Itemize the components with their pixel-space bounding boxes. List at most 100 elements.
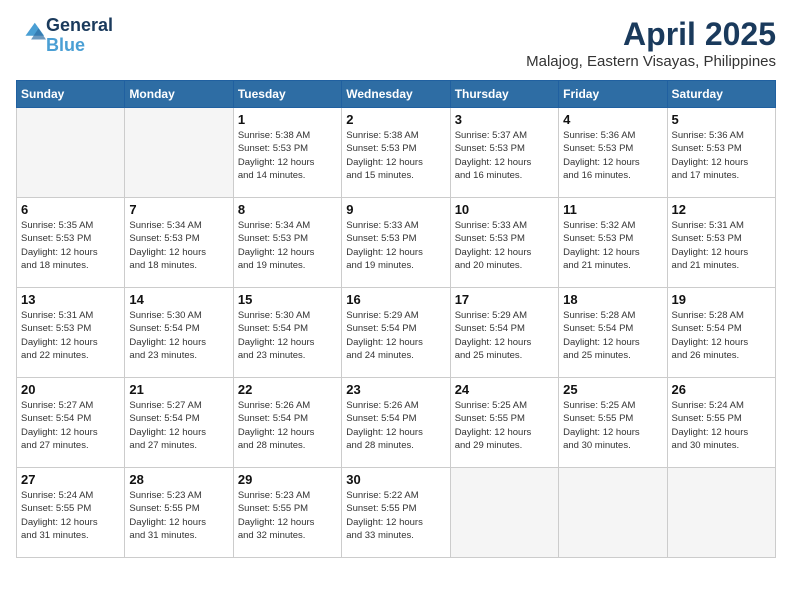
calendar-cell: 17Sunrise: 5:29 AMSunset: 5:54 PMDayligh… — [450, 288, 558, 378]
calendar-cell: 28 Sunrise: 5:23 AMSunset: 5:55 PMDayligh… — [125, 468, 233, 558]
day-number: 12 — [672, 202, 771, 217]
weekday-header: Friday — [559, 81, 667, 108]
calendar-cell: 12 Sunrise: 5:31 AMSunset: 5:53 PMDayligh… — [667, 198, 775, 288]
day-info: Sunrise: 5:29 AMSunset: 5:54 PMDaylight:… — [346, 309, 445, 362]
day-number: 11 — [563, 202, 662, 217]
day-number: 6 — [21, 202, 120, 217]
calendar-cell — [667, 468, 775, 558]
day-info: Sunrise: 5:22 AMSunset: 5:55 PMDaylight:… — [346, 489, 445, 542]
calendar-cell: 20 Sunrise: 5:27 AMSunset: 5:54 PMDayligh… — [17, 378, 125, 468]
calendar-title: April 2025 — [526, 16, 776, 53]
day-info: Sunrise: 5:34 AMSunset: 5:53 PMDaylight:… — [238, 219, 337, 272]
day-info: Sunrise: 5:28 AMSunset: 5:54 PMDaylight:… — [563, 309, 662, 362]
calendar-cell: 26 Sunrise: 5:24 AMSunset: 5:55 PMDayligh… — [667, 378, 775, 468]
calendar-table: SundayMondayTuesdayWednesdayThursdayFrid… — [16, 80, 776, 558]
calendar-week-row: 27Sunrise: 5:24 AMSunset: 5:55 PMDayligh… — [17, 468, 776, 558]
calendar-week-row: 20 Sunrise: 5:27 AMSunset: 5:54 PMDayligh… — [17, 378, 776, 468]
day-info: Sunrise: 5:31 AMSunset: 5:53 PMDaylight:… — [672, 219, 771, 272]
logo: General Blue — [16, 16, 113, 56]
calendar-cell: 8 Sunrise: 5:34 AMSunset: 5:53 PMDaylight… — [233, 198, 341, 288]
day-number: 27 — [21, 472, 120, 487]
day-info: Sunrise: 5:28 AMSunset: 5:54 PMDaylight:… — [672, 309, 771, 362]
calendar-cell: 18 Sunrise: 5:28 AMSunset: 5:54 PMDayligh… — [559, 288, 667, 378]
day-number: 29 — [238, 472, 337, 487]
calendar-cell: 27Sunrise: 5:24 AMSunset: 5:55 PMDayligh… — [17, 468, 125, 558]
day-info: Sunrise: 5:26 AMSunset: 5:54 PMDaylight:… — [238, 399, 337, 452]
day-number: 25 — [563, 382, 662, 397]
day-info: Sunrise: 5:31 AMSunset: 5:53 PMDaylight:… — [21, 309, 120, 362]
day-info: Sunrise: 5:25 AMSunset: 5:55 PMDaylight:… — [563, 399, 662, 452]
day-number: 4 — [563, 112, 662, 127]
day-number: 1 — [238, 112, 337, 127]
day-number: 20 — [21, 382, 120, 397]
day-number: 23 — [346, 382, 445, 397]
weekday-header: Thursday — [450, 81, 558, 108]
day-info: Sunrise: 5:24 AMSunset: 5:55 PMDaylight:… — [672, 399, 771, 452]
day-info: Sunrise: 5:27 AMSunset: 5:54 PMDaylight:… — [21, 399, 120, 452]
day-number: 2 — [346, 112, 445, 127]
title-area: April 2025 Malajog, Eastern Visayas, Phi… — [526, 16, 776, 70]
calendar-week-row: 6 Sunrise: 5:35 AMSunset: 5:53 PMDaylight… — [17, 198, 776, 288]
day-number: 7 — [129, 202, 228, 217]
logo-line1: General — [46, 16, 113, 36]
calendar-cell: 5 Sunrise: 5:36 AMSunset: 5:53 PMDaylight… — [667, 108, 775, 198]
day-info: Sunrise: 5:37 AMSunset: 5:53 PMDaylight:… — [455, 129, 554, 182]
day-info: Sunrise: 5:23 AMSunset: 5:55 PMDaylight:… — [129, 489, 228, 542]
calendar-cell: 10 Sunrise: 5:33 AMSunset: 5:53 PMDayligh… — [450, 198, 558, 288]
day-info: Sunrise: 5:33 AMSunset: 5:53 PMDaylight:… — [455, 219, 554, 272]
calendar-cell: 2 Sunrise: 5:38 AMSunset: 5:53 PMDaylight… — [342, 108, 450, 198]
calendar-cell: 11 Sunrise: 5:32 AMSunset: 5:53 PMDayligh… — [559, 198, 667, 288]
day-info: Sunrise: 5:34 AMSunset: 5:53 PMDaylight:… — [129, 219, 228, 272]
calendar-cell: 1 Sunrise: 5:38 AMSunset: 5:53 PMDaylight… — [233, 108, 341, 198]
day-number: 22 — [238, 382, 337, 397]
day-info: Sunrise: 5:27 AMSunset: 5:54 PMDaylight:… — [129, 399, 228, 452]
weekday-header: Monday — [125, 81, 233, 108]
day-number: 8 — [238, 202, 337, 217]
day-info: Sunrise: 5:29 AMSunset: 5:54 PMDaylight:… — [455, 309, 554, 362]
calendar-subtitle: Malajog, Eastern Visayas, Philippines — [526, 53, 776, 70]
day-info: Sunrise: 5:36 AMSunset: 5:53 PMDaylight:… — [672, 129, 771, 182]
calendar-cell — [125, 108, 233, 198]
day-number: 19 — [672, 292, 771, 307]
calendar-cell: 15Sunrise: 5:30 AMSunset: 5:54 PMDayligh… — [233, 288, 341, 378]
day-number: 18 — [563, 292, 662, 307]
logo-icon — [18, 19, 46, 47]
day-info: Sunrise: 5:23 AMSunset: 5:55 PMDaylight:… — [238, 489, 337, 542]
calendar-cell: 13 Sunrise: 5:31 AMSunset: 5:53 PMDayligh… — [17, 288, 125, 378]
calendar-cell: 4 Sunrise: 5:36 AMSunset: 5:53 PMDaylight… — [559, 108, 667, 198]
day-number: 26 — [672, 382, 771, 397]
day-number: 10 — [455, 202, 554, 217]
day-number: 5 — [672, 112, 771, 127]
weekday-header: Wednesday — [342, 81, 450, 108]
day-number: 3 — [455, 112, 554, 127]
day-info: Sunrise: 5:25 AMSunset: 5:55 PMDaylight:… — [455, 399, 554, 452]
day-number: 14 — [129, 292, 228, 307]
weekday-header: Tuesday — [233, 81, 341, 108]
calendar-cell: 7 Sunrise: 5:34 AMSunset: 5:53 PMDaylight… — [125, 198, 233, 288]
day-info: Sunrise: 5:38 AMSunset: 5:53 PMDaylight:… — [346, 129, 445, 182]
calendar-cell: 19 Sunrise: 5:28 AMSunset: 5:54 PMDayligh… — [667, 288, 775, 378]
calendar-cell: 25 Sunrise: 5:25 AMSunset: 5:55 PMDayligh… — [559, 378, 667, 468]
day-info: Sunrise: 5:38 AMSunset: 5:53 PMDaylight:… — [238, 129, 337, 182]
day-info: Sunrise: 5:33 AMSunset: 5:53 PMDaylight:… — [346, 219, 445, 272]
day-info: Sunrise: 5:36 AMSunset: 5:53 PMDaylight:… — [563, 129, 662, 182]
day-info: Sunrise: 5:32 AMSunset: 5:53 PMDaylight:… — [563, 219, 662, 272]
day-number: 16 — [346, 292, 445, 307]
day-number: 21 — [129, 382, 228, 397]
calendar-cell: 9Sunrise: 5:33 AMSunset: 5:53 PMDaylight… — [342, 198, 450, 288]
day-info: Sunrise: 5:26 AMSunset: 5:54 PMDaylight:… — [346, 399, 445, 452]
calendar-week-row: 13 Sunrise: 5:31 AMSunset: 5:53 PMDayligh… — [17, 288, 776, 378]
day-number: 28 — [129, 472, 228, 487]
calendar-cell: 23 Sunrise: 5:26 AMSunset: 5:54 PMDayligh… — [342, 378, 450, 468]
calendar-cell: 21 Sunrise: 5:27 AMSunset: 5:54 PMDayligh… — [125, 378, 233, 468]
day-info: Sunrise: 5:30 AMSunset: 5:54 PMDaylight:… — [238, 309, 337, 362]
day-info: Sunrise: 5:35 AMSunset: 5:53 PMDaylight:… — [21, 219, 120, 272]
calendar-cell: 30 Sunrise: 5:22 AMSunset: 5:55 PMDayligh… — [342, 468, 450, 558]
weekday-header: Sunday — [17, 81, 125, 108]
calendar-cell: 14Sunrise: 5:30 AMSunset: 5:54 PMDayligh… — [125, 288, 233, 378]
day-number: 13 — [21, 292, 120, 307]
calendar-week-row: 1 Sunrise: 5:38 AMSunset: 5:53 PMDaylight… — [17, 108, 776, 198]
calendar-cell — [559, 468, 667, 558]
day-number: 30 — [346, 472, 445, 487]
header: General Blue April 2025 Malajog, Eastern… — [16, 16, 776, 70]
